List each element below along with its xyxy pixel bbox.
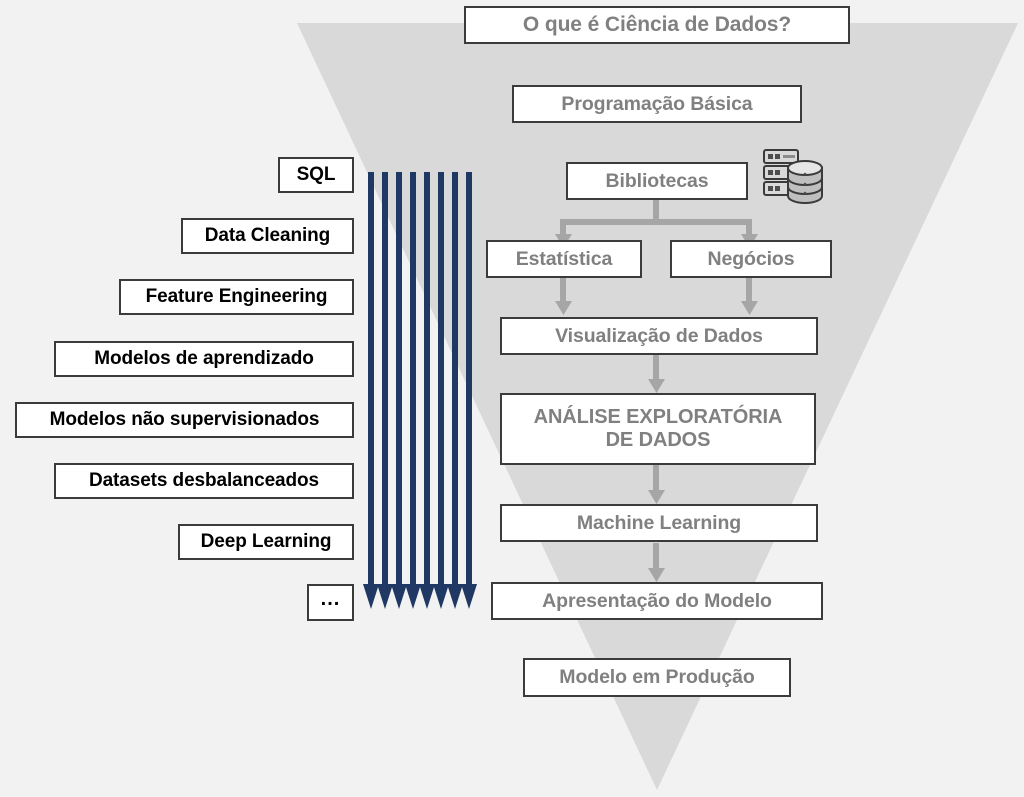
- box-basic-programming[interactable]: Programação Básica: [512, 85, 802, 123]
- database-server-icon: [763, 149, 823, 204]
- connector-crossbar: [563, 219, 749, 225]
- box-modelo-em-producao[interactable]: Modelo em Produção: [523, 658, 791, 697]
- box-feature-engineering[interactable]: Feature Engineering: [119, 279, 354, 315]
- box-estatistica[interactable]: Estatística: [486, 240, 642, 278]
- connector-vis-eda: [653, 355, 659, 383]
- navy-arrow: [377, 172, 393, 609]
- box-machine-learning[interactable]: Machine Learning: [500, 504, 818, 542]
- navy-arrow: [363, 172, 379, 609]
- connector-estatistica-vis: [560, 278, 566, 304]
- connector-ml-apresentacao: [653, 543, 659, 571]
- box-sql[interactable]: SQL: [278, 157, 354, 193]
- box-datasets-desbalanceados[interactable]: Datasets desbalanceados: [54, 463, 354, 499]
- connector-negocios-vis: [746, 278, 752, 304]
- box-bibliotecas[interactable]: Bibliotecas: [566, 162, 748, 200]
- connector-eda-ml: [653, 465, 659, 494]
- box-deep-learning[interactable]: Deep Learning: [178, 524, 354, 560]
- box-ellipsis-more-topics[interactable]: ...: [307, 584, 354, 621]
- box-visualizacao-de-dados[interactable]: Visualização de Dados: [500, 317, 818, 355]
- box-what-is-data-science[interactable]: O que é Ciência de Dados?: [464, 6, 850, 44]
- box-data-cleaning[interactable]: Data Cleaning: [181, 218, 354, 254]
- box-modelos-de-aprendizado[interactable]: Modelos de aprendizado: [54, 341, 354, 377]
- box-apresentacao-do-modelo[interactable]: Apresentação do Modelo: [491, 582, 823, 620]
- diagram-canvas: O que é Ciência de Dados? Programação Bá…: [0, 0, 1024, 797]
- box-negocios[interactable]: Negócios: [670, 240, 832, 278]
- box-modelos-nao-supervisionados[interactable]: Modelos não supervisionados: [15, 402, 354, 438]
- box-analise-exploratoria-de-dados[interactable]: ANÁLISE EXPLORATÓRIA DE DADOS: [500, 393, 816, 465]
